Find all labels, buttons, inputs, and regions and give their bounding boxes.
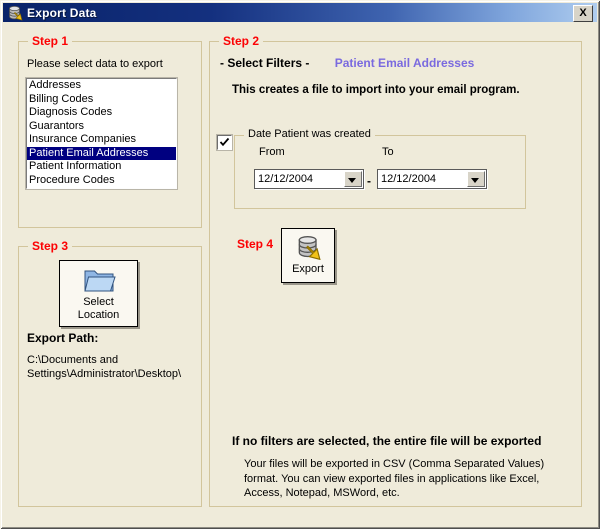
select-location-label: Select Location	[71, 296, 126, 322]
date-filter-checkbox[interactable]	[217, 135, 232, 150]
date-filter-label: Date Patient was created	[244, 128, 375, 140]
step1-label: Step 1	[28, 34, 72, 48]
csv-format-note: Your files will be exported in CSV (Comm…	[244, 457, 546, 501]
title-bar[interactable]: Export Data X	[3, 3, 597, 22]
export-button[interactable]: Export	[281, 228, 335, 283]
list-item[interactable]: Billing Codes	[27, 93, 176, 107]
to-label: To	[382, 146, 394, 158]
selected-filter-name: Patient Email Addresses	[335, 56, 475, 70]
select-filters-label: - Select Filters -	[220, 56, 309, 70]
checkmark-icon	[219, 137, 230, 148]
list-item[interactable]: Insurance Companies	[27, 133, 176, 147]
from-date-value: 12/12/2004	[258, 173, 313, 185]
from-label: From	[259, 146, 285, 158]
folder-icon	[82, 266, 116, 293]
date-range-separator: -	[367, 174, 371, 188]
chevron-down-icon[interactable]	[344, 171, 362, 187]
chevron-down-icon[interactable]	[467, 171, 485, 187]
step3-groupbox: Step 3 Select Location Export Path: C:\D…	[18, 246, 202, 507]
no-filters-note: If no filters are selected, the entire f…	[232, 434, 541, 448]
select-location-button[interactable]: Select Location	[59, 260, 138, 327]
step2-groupbox: Step 2 - Select Filters - Patient Email …	[209, 41, 582, 507]
filters-header: - Select Filters - Patient Email Address…	[220, 56, 474, 70]
from-date-combobox[interactable]: 12/12/2004	[254, 169, 364, 189]
export-data-list[interactable]: AddressesBilling CodesDiagnosis CodesGua…	[26, 78, 177, 189]
date-filter-groupbox: Date Patient was created From To 12/12/2…	[234, 135, 526, 209]
database-export-icon	[7, 5, 23, 21]
list-item[interactable]: Patient Information	[27, 160, 176, 174]
step3-label: Step 3	[28, 239, 72, 253]
list-item[interactable]: Addresses	[27, 79, 176, 93]
to-date-combobox[interactable]: 12/12/2004	[377, 169, 487, 189]
export-data-dialog: Export Data X Step 1 Please select data …	[0, 0, 600, 529]
export-path-value: C:\Documents and Settings\Administrator\…	[27, 353, 195, 381]
window-title: Export Data	[27, 6, 97, 20]
database-export-icon	[295, 235, 322, 260]
close-icon[interactable]: X	[573, 5, 593, 22]
to-date-value: 12/12/2004	[381, 173, 436, 185]
list-item[interactable]: Diagnosis Codes	[27, 106, 176, 120]
list-item[interactable]: Procedure Codes	[27, 174, 176, 188]
export-path-label: Export Path:	[27, 331, 98, 345]
list-item[interactable]: Patient Email Addresses	[27, 147, 176, 161]
select-data-prompt: Please select data to export	[27, 58, 163, 70]
filter-description: This creates a file to import into your …	[232, 84, 520, 96]
step1-groupbox: Step 1 Please select data to export Addr…	[18, 41, 202, 228]
list-item[interactable]: Guarantors	[27, 120, 176, 134]
step2-label: Step 2	[219, 34, 263, 48]
export-button-label: Export	[292, 263, 324, 276]
step4-label: Step 4	[237, 237, 273, 251]
